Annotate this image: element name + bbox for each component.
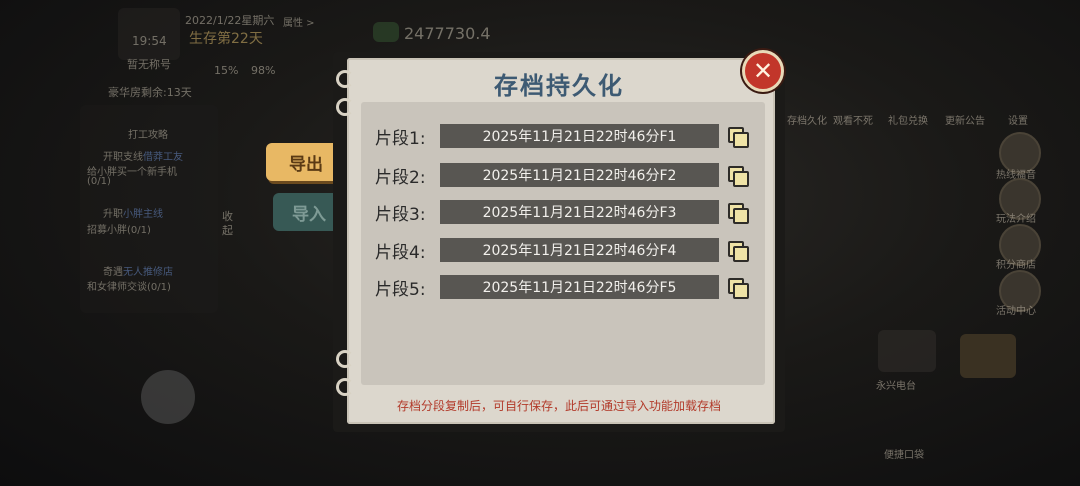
segment-value[interactable]: 2025年11月21日22时46分F1 [440,124,719,148]
task-3-head[interactable]: 奇遇无人推修店 [103,263,173,278]
close-button[interactable]: ✕ [742,50,784,92]
copy-icon[interactable] [726,276,749,299]
yongxing-tv-icon[interactable] [878,330,936,372]
clock-text: 19:54 [132,34,167,48]
save-segment-row: 片段5: 2025年11月21日22时46分F5 [375,275,749,300]
copy-icon[interactable] [726,239,749,262]
luxury-room-text: 豪华房剩余:13天 [108,86,192,99]
copy-icon[interactable] [726,164,749,187]
task-2-highlight: 小胖主线 [123,209,163,220]
attribute-button[interactable]: 属性 > [283,14,315,29]
game-screen: 19:54 暂无称号 2022/1/22星期六 生存第22天 属性 > 15% … [0,0,1080,486]
menu-update-notice[interactable]: 更新公告 [945,112,985,127]
yongxing-tv-label[interactable]: 永兴电台 [876,377,916,392]
percent-2: 98% [251,64,276,77]
segment-value[interactable]: 2025年11月21日22时46分F2 [440,163,719,187]
task-2-type: 升职 [103,209,123,220]
segment-label: 片段5: [375,279,426,300]
segment-label: 片段3: [375,204,426,225]
menu-save-persist[interactable]: 存档久化 [787,112,827,127]
segment-label: 片段2: [375,167,426,188]
dialog-title: 存档持久化 [494,72,624,100]
save-segment-row: 片段1: 2025年11月21日22时46分F1 [375,124,749,149]
survival-day: 生存第22天 [189,31,263,47]
money-icon [373,22,399,42]
task-1-highlight: 借莽工友 [143,152,183,163]
segment-value[interactable]: 2025年11月21日22时46分F4 [440,238,719,262]
task-2-head[interactable]: 升职小胖主线 [103,205,163,220]
menu-gameplay[interactable]: 玩法介绍 [996,210,1036,225]
save-persist-dialog: 存档持久化 片段1: 2025年11月21日22时46分F1 片段2: 2025… [333,52,785,432]
segment-value[interactable]: 2025年11月21日22时46分F3 [440,200,719,224]
work-strategy-label[interactable]: 打工攻略 [128,126,168,141]
menu-watch[interactable]: 观看不死 [833,112,873,127]
title-tag: 暂无称号 [127,58,171,71]
binder-ring-icon [336,378,354,396]
percent-1: 15% [214,64,239,77]
date-text: 2022/1/22星期六 [185,14,275,27]
instruction-note: 存档分段复制后，可自行保存，此后可通过导入功能加载存档 [396,399,721,413]
task-1-head[interactable]: 开职支线借莽工友 [103,148,183,163]
segment-value[interactable]: 2025年11月21日22时46分F5 [440,275,719,299]
segment-label: 片段4: [375,242,426,263]
copy-icon[interactable] [726,201,749,224]
menu-gift-redeem[interactable]: 礼包兑换 [888,112,928,127]
menu-settings[interactable]: 设置 [1008,112,1028,127]
task-2-body: 招募小胖(0/1) [87,225,151,236]
save-segment-row: 片段4: 2025年11月21日22时46分F4 [375,238,749,263]
virtual-joystick[interactable] [141,370,195,424]
collapse-button[interactable]: 收起 [222,210,234,238]
task-1-type: 开职支线 [103,152,143,163]
copy-icon[interactable] [726,125,749,148]
save-segment-row: 片段3: 2025年11月21日22时46分F3 [375,200,749,225]
task-3-type: 奇遇 [103,267,123,278]
task-1-progress: (0/1) [87,176,111,187]
close-icon: ✕ [752,57,774,85]
box-icon[interactable] [960,334,1016,378]
money-text: 2477730.4 [404,24,491,43]
menu-points-shop[interactable]: 积分商店 [996,256,1036,271]
task-3-body: 和女律师交谈(0/1) [87,282,171,293]
binder-ring-icon [336,350,354,368]
task-3-highlight: 无人推修店 [123,267,173,278]
menu-events[interactable]: 活动中心 [996,302,1036,317]
segment-label: 片段1: [375,128,426,149]
shortcut-pocket-label[interactable]: 便捷口袋 [884,446,924,461]
save-segment-row: 片段2: 2025年11月21日22时46分F2 [375,163,749,188]
